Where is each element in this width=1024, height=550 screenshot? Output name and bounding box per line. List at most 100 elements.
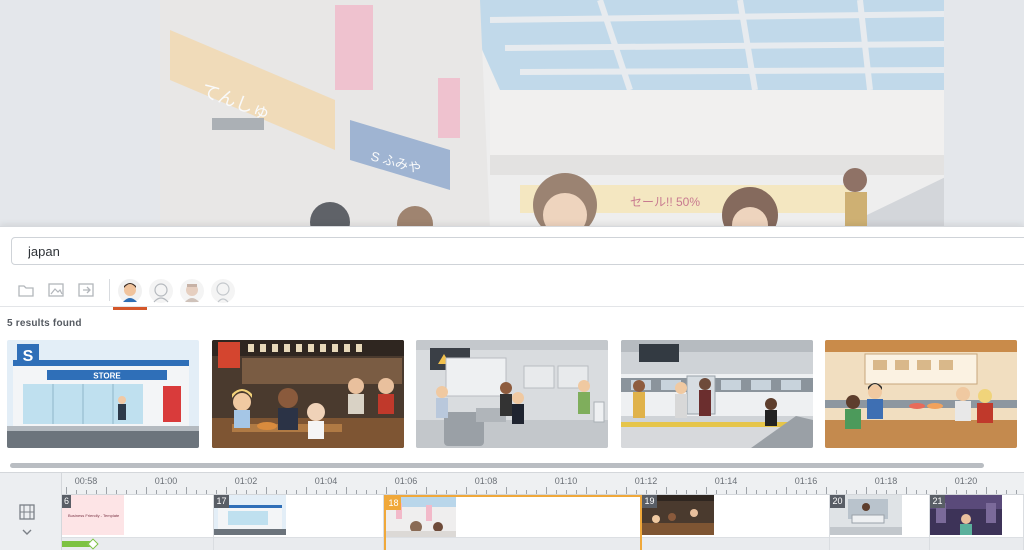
sushi-restaurant-illustration xyxy=(825,340,1017,448)
clip-footer xyxy=(214,537,383,550)
svg-text:セール!! 50%: セール!! 50% xyxy=(630,195,700,209)
ruler-tick xyxy=(136,490,137,494)
clip-footer xyxy=(62,537,213,550)
mall-scene-illustration: てんしゅ S ふみや セール!! 50% xyxy=(160,0,944,228)
timeline-clip-17[interactable]: 17 xyxy=(214,495,384,550)
ruler-tick xyxy=(956,490,957,494)
ruler-tick xyxy=(536,490,537,494)
ruler-tick xyxy=(506,487,507,494)
ruler-tick xyxy=(86,490,87,494)
ruler-tick xyxy=(386,487,387,494)
character-avatar-4[interactable] xyxy=(210,278,236,304)
image-folder-icon[interactable] xyxy=(47,281,65,299)
result-thumbnail-convenience-store[interactable]: STORE S xyxy=(7,340,199,448)
ruler-tick xyxy=(946,487,947,494)
timeline-clip-6[interactable]: 6 Business Friendly - Template xyxy=(62,495,214,550)
result-thumbnail-train-station-gates[interactable] xyxy=(416,340,608,448)
ruler-tick xyxy=(436,490,437,494)
ruler-tick xyxy=(416,490,417,494)
ruler-tick xyxy=(586,487,587,494)
clip-number: 19 xyxy=(642,495,657,508)
result-thumbnail-sushi-restaurant[interactable] xyxy=(825,340,1017,448)
timeline-clip-21[interactable]: 21 xyxy=(930,495,1024,550)
clip-number: 20 xyxy=(830,495,845,508)
ruler-tick xyxy=(706,487,707,494)
timeline-clip-18[interactable]: 18 xyxy=(384,495,642,550)
ruler-label: 01:16 xyxy=(794,476,818,486)
store-logo-letter: S xyxy=(23,348,34,365)
ruler-tick xyxy=(206,490,207,494)
filter-divider-line xyxy=(0,306,1024,307)
ruler-tick xyxy=(246,490,247,494)
ruler-tick xyxy=(526,490,527,494)
ruler-tick xyxy=(456,490,457,494)
ruler-tick xyxy=(756,490,757,494)
scene-preview[interactable]: てんしゅ S ふみや セール!! 50% xyxy=(160,0,944,228)
search-input[interactable] xyxy=(12,238,1024,264)
ruler-tick xyxy=(626,487,627,494)
character-avatar-1[interactable] xyxy=(113,278,147,310)
ruler-tick xyxy=(696,490,697,494)
result-thumbnail-train-platform[interactable] xyxy=(621,340,813,448)
filter-bar xyxy=(0,275,1024,310)
ruler-label: 00:58 xyxy=(74,476,98,486)
ruler-tick xyxy=(476,490,477,494)
ruler-tick xyxy=(486,490,487,494)
ruler-tick xyxy=(796,490,797,494)
ruler-tick xyxy=(356,490,357,494)
timeline-clip-20[interactable]: 20 xyxy=(830,495,930,550)
ruler-tick xyxy=(966,490,967,494)
results-scrollbar[interactable] xyxy=(10,463,984,468)
ruler-tick xyxy=(406,490,407,494)
ruler-tick xyxy=(616,490,617,494)
ruler-tick xyxy=(646,490,647,494)
folder-icon[interactable] xyxy=(17,281,35,299)
ruler-tick xyxy=(156,490,157,494)
ruler-tick xyxy=(296,490,297,494)
export-folder-icon[interactable] xyxy=(77,281,95,299)
search-bar[interactable] xyxy=(11,237,1024,265)
train-platform-illustration xyxy=(621,340,813,448)
clip-footer xyxy=(930,537,1023,550)
results-count: 5 results found xyxy=(7,318,82,329)
clip-number: 17 xyxy=(214,495,229,508)
timeline-track-header xyxy=(0,473,62,550)
ruler-tick xyxy=(996,490,997,494)
timeline-clip-19[interactable]: 19 xyxy=(642,495,830,550)
result-thumbnail-izakaya-bar[interactable] xyxy=(212,340,404,448)
ruler-tick xyxy=(826,487,827,494)
ruler-tick xyxy=(376,490,377,494)
ruler-tick xyxy=(566,490,567,494)
timeline: 00:58 01:00 01:02 01:04 01:06 01:08 01:1… xyxy=(0,472,1024,550)
ruler-tick xyxy=(676,490,677,494)
film-strip-icon[interactable] xyxy=(18,503,36,521)
ruler-label: 01:14 xyxy=(714,476,738,486)
character-avatar-2[interactable] xyxy=(148,278,174,304)
ruler-tick xyxy=(516,490,517,494)
chevron-down-icon[interactable] xyxy=(21,527,33,537)
ruler-tick xyxy=(606,490,607,494)
ruler-tick xyxy=(866,487,867,494)
timeline-track: 6 Business Friendly - Template 17 18 19 … xyxy=(62,495,1024,550)
ruler-tick xyxy=(216,490,217,494)
ruler-tick xyxy=(446,490,447,494)
filter-divider xyxy=(109,279,110,301)
character-avatar-3[interactable] xyxy=(179,278,205,304)
ruler-tick xyxy=(846,490,847,494)
ruler-tick xyxy=(656,490,657,494)
ruler-label: 01:20 xyxy=(954,476,978,486)
ruler-tick xyxy=(666,487,667,494)
ruler-tick xyxy=(986,487,987,494)
canvas-stage: てんしゅ S ふみや セール!! 50% xyxy=(0,0,1024,228)
clip-footer xyxy=(642,537,829,550)
ruler-label: 01:06 xyxy=(394,476,418,486)
ruler-tick xyxy=(316,490,317,494)
ruler-tick xyxy=(806,490,807,494)
timeline-ruler[interactable]: 00:58 01:00 01:02 01:04 01:06 01:08 01:1… xyxy=(62,473,1024,495)
ruler-tick xyxy=(906,487,907,494)
ruler-tick xyxy=(496,490,497,494)
ruler-tick xyxy=(976,490,977,494)
ruler-tick xyxy=(396,490,397,494)
ruler-tick xyxy=(266,487,267,494)
ruler-tick xyxy=(236,490,237,494)
